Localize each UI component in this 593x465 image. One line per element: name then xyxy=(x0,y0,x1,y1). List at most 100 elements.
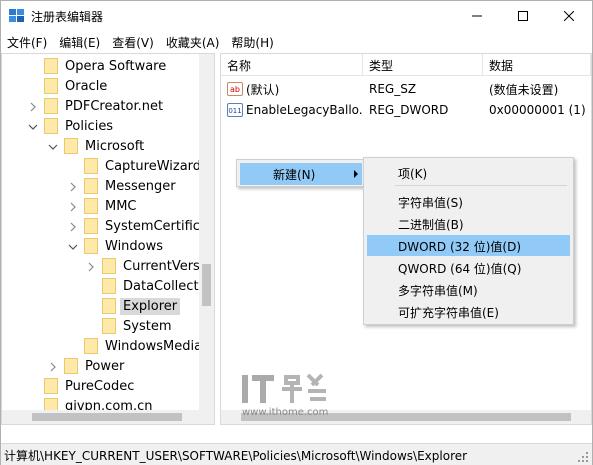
folder-icon xyxy=(84,178,98,194)
maximize-button[interactable] xyxy=(500,1,546,31)
tree-item[interactable]: PureCodec xyxy=(28,376,137,396)
registry-editor-window: 注册表编辑器 文件(F) 编辑(E) 查看(V) 收藏夹(A) 帮助(H) Op… xyxy=(0,0,593,465)
tree-item[interactable]: Oracle xyxy=(28,76,110,96)
value-type: REG_DWORD xyxy=(369,103,449,117)
menu-edit[interactable]: 编辑(E) xyxy=(53,31,100,51)
tree-item-label: Opera Software xyxy=(65,58,167,74)
chevron-down-icon[interactable] xyxy=(28,121,38,131)
tree-item[interactable]: Policies xyxy=(28,116,116,136)
tree-item[interactable]: MMC xyxy=(68,196,140,216)
binary-value-icon: 011 xyxy=(227,103,243,117)
chevron-right-icon[interactable] xyxy=(68,201,78,212)
value-data: 0x00000001 (1) xyxy=(489,103,586,117)
tree-item[interactable]: DataCollectio xyxy=(86,276,213,296)
tree-vertical-scroll-thumb[interactable] xyxy=(202,264,211,306)
tree-item-label: Explorer xyxy=(120,297,181,315)
tree-item[interactable]: CurrentVersio xyxy=(86,256,214,276)
context-menu-new-label: 新建(N) xyxy=(273,168,316,182)
tree-item[interactable]: CaptureWizard xyxy=(68,156,204,176)
tree-item-label: System xyxy=(123,318,172,334)
folder-icon xyxy=(44,58,58,74)
submenu-item-key[interactable]: 项(K) xyxy=(367,162,570,183)
tree-item[interactable]: Windows xyxy=(68,236,166,256)
new-submenu: 项(K) 字符串值(S) 二进制值(B) DWORD (32 位)值(D) QW… xyxy=(363,157,574,325)
menu-view[interactable]: 查看(V) xyxy=(106,31,154,51)
submenu-item-expandable-string-value[interactable]: 可扩充字符串值(E) xyxy=(367,301,570,322)
folder-icon xyxy=(84,238,98,254)
chevron-right-icon[interactable] xyxy=(68,221,78,232)
chevron-right-icon[interactable] xyxy=(28,101,38,112)
tree-item[interactable]: WindowsMediaC xyxy=(68,336,214,356)
context-menu: 新建(N) xyxy=(236,159,365,187)
tree-item-label: Messenger xyxy=(105,178,176,194)
tree-item[interactable]: System xyxy=(86,316,174,336)
tree-item[interactable]: PDFCreator.net xyxy=(28,96,166,116)
tree-item[interactable]: Messenger xyxy=(68,176,179,196)
folder-icon xyxy=(84,338,98,354)
submenu-item-string-value[interactable]: 字符串值(S) xyxy=(367,191,570,212)
folder-icon xyxy=(102,298,116,314)
chevron-right-icon[interactable] xyxy=(68,181,78,192)
tree-vertical-scrollbar[interactable] xyxy=(199,54,214,410)
minimize-button[interactable] xyxy=(454,1,500,31)
registry-key-tree[interactable]: Opera Software Oracle PDFCreator.net Polici… xyxy=(1,53,215,425)
value-row[interactable]: ab (默认) REG_SZ (数值未设置) xyxy=(221,79,591,99)
close-button[interactable] xyxy=(546,1,592,31)
tree-item-label: Power xyxy=(85,358,125,374)
submenu-arrow-icon xyxy=(354,170,358,178)
folder-icon xyxy=(44,78,58,94)
value-row[interactable]: 011 EnableLegacyBallo... REG_DWORD 0x000… xyxy=(221,100,591,120)
column-header-name[interactable]: 名称 xyxy=(221,54,363,76)
close-icon xyxy=(564,11,574,21)
tree-item-label: MMC xyxy=(105,198,137,214)
tree-item[interactable]: Microsoft xyxy=(48,136,147,156)
menu-favorites[interactable]: 收藏夹(A) xyxy=(160,31,220,51)
folder-icon xyxy=(44,378,58,394)
column-header-data[interactable]: 数据 xyxy=(483,54,591,76)
chevron-right-icon[interactable] xyxy=(86,261,96,272)
menu-file[interactable]: 文件(F) xyxy=(1,31,47,51)
resize-grip-icon[interactable] xyxy=(578,452,588,462)
tree-item-label: Windows xyxy=(105,238,164,254)
tree-item-label: CaptureWizard xyxy=(105,158,202,174)
list-header: 名称 类型 数据 xyxy=(221,54,591,76)
submenu-item-binary-value[interactable]: 二进制值(B) xyxy=(367,213,570,234)
tree-item[interactable]: Power xyxy=(48,356,127,376)
status-bar: 计算机\HKEY_CURRENT_USER\SOFTWARE\Policies\… xyxy=(1,443,592,465)
folder-icon xyxy=(64,358,78,374)
folder-icon xyxy=(44,98,58,114)
value-name: EnableLegacyBallo... xyxy=(246,103,363,117)
tree-item[interactable]: Explorer xyxy=(86,296,181,316)
tree-item[interactable]: Opera Software xyxy=(28,56,169,76)
value-name: (默认) xyxy=(246,82,280,97)
minimize-icon xyxy=(472,15,482,17)
folder-icon xyxy=(84,198,98,214)
chevron-right-icon[interactable] xyxy=(48,361,58,372)
tree-item-label: PureCodec xyxy=(65,378,135,394)
chevron-down-icon[interactable] xyxy=(48,141,58,151)
maximize-icon xyxy=(518,11,528,21)
context-menu-new[interactable]: 新建(N) xyxy=(240,163,362,185)
submenu-item-multi-string-value[interactable]: 多字符串值(M) xyxy=(367,279,570,300)
tree-item-label: WindowsMediaC xyxy=(105,338,212,354)
chevron-down-icon[interactable] xyxy=(68,241,78,251)
submenu-item-dword-value[interactable]: DWORD (32 位)值(D) xyxy=(367,235,570,256)
string-value-icon: ab xyxy=(227,82,243,96)
tree-item[interactable]: SystemCertificate xyxy=(68,216,214,236)
column-header-type[interactable]: 类型 xyxy=(363,54,483,76)
menu-help[interactable]: 帮助(H) xyxy=(225,31,273,51)
folder-icon xyxy=(44,118,58,134)
watermark-url: www.ithome.com xyxy=(242,407,329,418)
tree-horizontal-scrollbar[interactable] xyxy=(2,410,214,424)
tree-horizontal-scroll-thumb[interactable] xyxy=(32,413,182,421)
window-title: 注册表编辑器 xyxy=(31,10,104,24)
status-path: 计算机\HKEY_CURRENT_USER\SOFTWARE\Policies\… xyxy=(4,449,468,463)
submenu-item-qword-value[interactable]: QWORD (64 位)值(Q) xyxy=(367,257,570,278)
title-bar: 注册表编辑器 xyxy=(1,1,592,31)
